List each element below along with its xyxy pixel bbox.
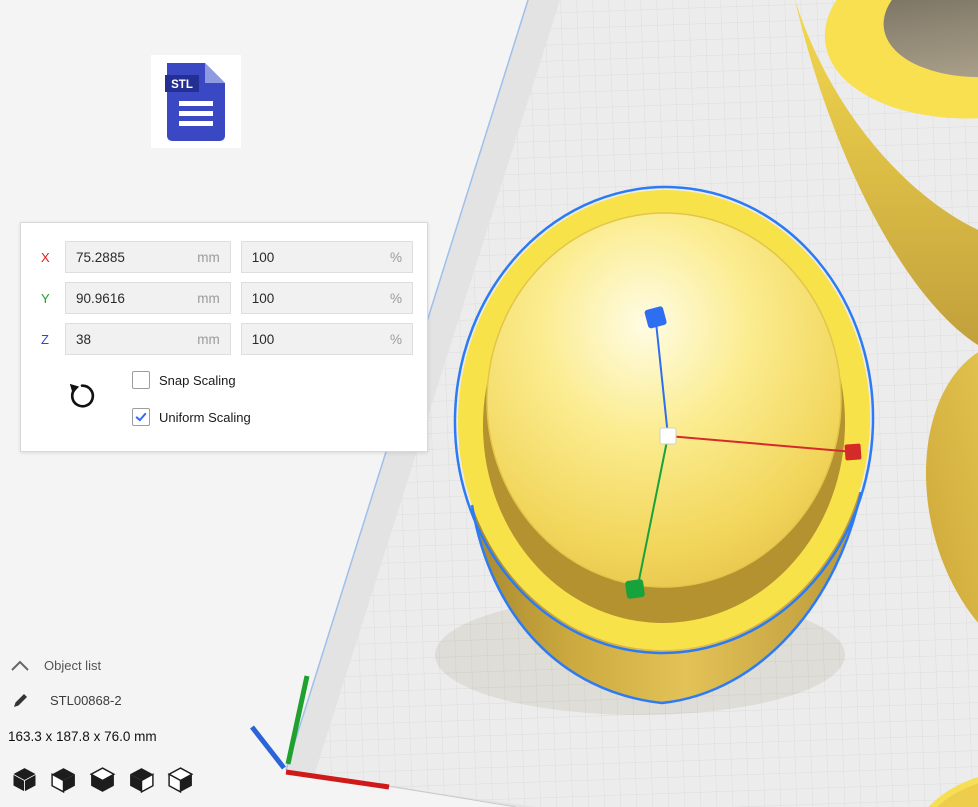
snap-scaling-label[interactable]: Snap Scaling (159, 373, 236, 388)
scale-z-unit: mm (197, 332, 220, 347)
view-right-icon (167, 766, 194, 794)
object-list-toggle[interactable]: Object list (10, 658, 101, 673)
scale-handle-x[interactable] (844, 443, 861, 460)
stl-file-icon: STL (151, 55, 241, 148)
axis-x-label: X (41, 250, 56, 265)
view-left-button[interactable] (127, 766, 155, 796)
view-3d-button[interactable] (10, 766, 38, 796)
scale-z-percent-value: 100 (252, 332, 275, 347)
scale-z-value: 38 (76, 332, 91, 347)
model-dimensions: 163.3 x 187.8 x 76.0 mm (8, 729, 157, 744)
axis-y-label: Y (41, 291, 56, 306)
folded-corner (205, 63, 225, 83)
scale-row-z: Z 38 mm 100 % (31, 323, 413, 355)
scale-z-percent-field[interactable]: 100 % (241, 323, 413, 355)
view-front-icon (50, 766, 77, 794)
uniform-scaling-label[interactable]: Uniform Scaling (159, 410, 251, 425)
scale-y-value: 90.9616 (76, 291, 125, 306)
scale-y-percent-field[interactable]: 100 % (241, 282, 413, 314)
snap-scaling-checkbox[interactable] (132, 371, 150, 389)
scale-z-size-field[interactable]: 38 mm (65, 323, 231, 355)
gizmo-center-handle[interactable] (660, 428, 676, 444)
scale-row-x: X 75.2885 mm 100 % (31, 241, 413, 273)
scale-handle-y[interactable] (625, 579, 645, 599)
scale-x-value: 75.2885 (76, 250, 125, 265)
stl-label: STL (171, 79, 193, 91)
reset-icon (67, 381, 97, 411)
uniform-scaling-checkbox[interactable] (132, 408, 150, 426)
view-right-button[interactable] (166, 766, 194, 796)
scale-panel-controls: Snap Scaling Uniform Scaling (31, 368, 413, 442)
view-front-button[interactable] (49, 766, 77, 796)
snap-scaling-row: Snap Scaling (132, 368, 251, 392)
pencil-icon (12, 691, 30, 709)
checkmark-icon (134, 410, 148, 424)
view-top-icon (89, 766, 116, 794)
scale-x-size-field[interactable]: 75.2885 mm (65, 241, 231, 273)
scale-x-percent-field[interactable]: 100 % (241, 241, 413, 273)
scale-x-unit: mm (197, 250, 220, 265)
scale-y-size-field[interactable]: 90.9616 mm (65, 282, 231, 314)
scale-y-percent-value: 100 (252, 291, 275, 306)
scale-row-y: Y 90.9616 mm 100 % (31, 282, 413, 314)
uniform-scaling-row: Uniform Scaling (132, 405, 251, 429)
view-3d-icon (11, 766, 38, 794)
reset-scale-button[interactable] (65, 380, 99, 414)
scale-x-percent-value: 100 (252, 250, 275, 265)
camera-view-toolbar (10, 766, 194, 796)
object-list-label: Object list (44, 658, 101, 673)
scale-z-percent-unit: % (390, 332, 402, 347)
scale-tool-panel: X 75.2885 mm 100 % Y 90.9616 mm 100 % Z … (20, 222, 428, 452)
view-left-icon (128, 766, 155, 794)
scale-y-percent-unit: % (390, 291, 402, 306)
axis-z-label: Z (41, 332, 56, 347)
chevron-up-icon (10, 660, 30, 672)
object-item-name: STL00868-2 (50, 693, 122, 708)
view-top-button[interactable] (88, 766, 116, 796)
object-list-item[interactable]: STL00868-2 (12, 691, 122, 709)
scale-x-percent-unit: % (390, 250, 402, 265)
scale-y-unit: mm (197, 291, 220, 306)
